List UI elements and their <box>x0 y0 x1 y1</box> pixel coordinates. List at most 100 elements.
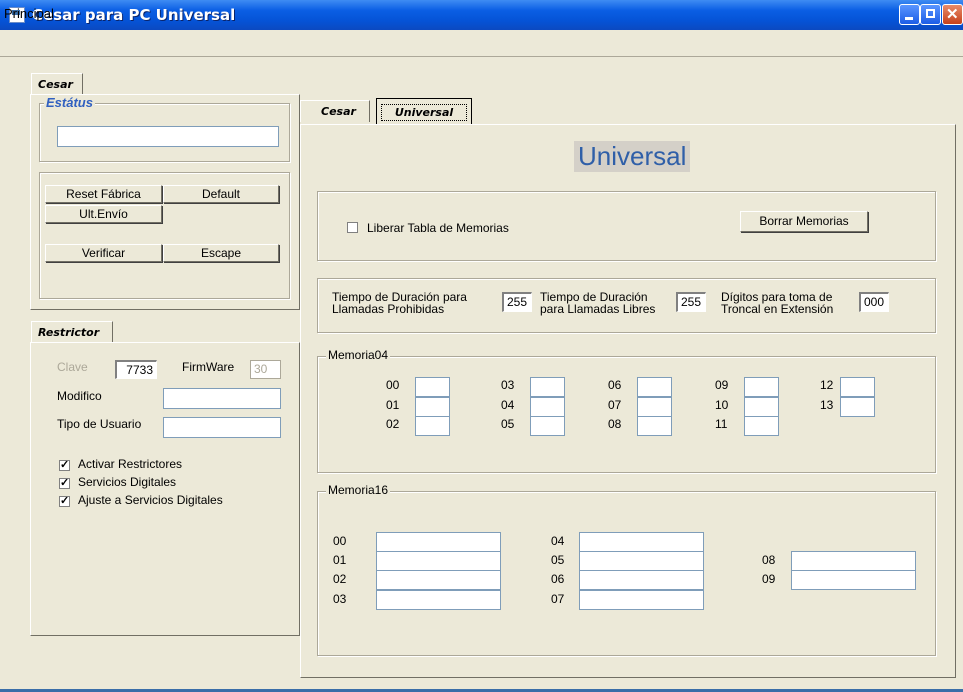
mem04-field[interactable] <box>415 397 450 417</box>
mem04-field[interactable] <box>744 377 779 397</box>
servicios-digitales-checkbox[interactable]: ✓ <box>59 478 70 489</box>
mem04-label: 06 <box>608 378 622 392</box>
mem04-label: 09 <box>715 378 729 392</box>
mem04-label: 13 <box>820 398 834 412</box>
servicios-digitales-label: Servicios Digitales <box>78 475 177 489</box>
mem04-field[interactable] <box>530 377 565 397</box>
universal-title: Universal <box>574 141 691 172</box>
tiempo-libres-label: Tiempo de Duración para Llamadas Libres <box>540 291 655 315</box>
mem04-label: 10 <box>715 398 729 412</box>
liberar-checkbox[interactable] <box>347 222 358 233</box>
mem04-label: 03 <box>501 378 515 392</box>
mem04-field[interactable] <box>530 397 565 417</box>
mem16-label: 02 <box>333 572 347 586</box>
tipo-usuario-field[interactable] <box>163 417 281 438</box>
tab-universal[interactable]: Universal <box>376 98 472 124</box>
ajuste-servicios-label: Ajuste a Servicios Digitales <box>78 493 223 507</box>
mem04-field[interactable] <box>637 416 672 436</box>
mem16-label: 06 <box>551 572 565 586</box>
window-title: Cesar para PC Universal <box>32 6 236 24</box>
tipo-usuario-label: Tipo de Usuario <box>57 417 142 431</box>
mem04-label: 04 <box>501 398 515 412</box>
mem16-field[interactable] <box>579 532 704 552</box>
mem16-field[interactable] <box>376 551 501 571</box>
ajuste-servicios-checkbox[interactable]: ✓ <box>59 496 70 507</box>
tiempo-libres-field[interactable]: 255 <box>676 292 706 312</box>
tab-universal-label: Universal <box>381 104 467 121</box>
menu-divider <box>0 56 963 57</box>
digitos-line2: Troncal en Extensión <box>721 302 834 316</box>
mem04-field[interactable] <box>840 397 875 417</box>
mem04-label: 11 <box>715 417 728 431</box>
mem04-field[interactable] <box>840 377 875 397</box>
mem16-label: 00 <box>333 534 347 548</box>
firmware-field: 30 <box>250 360 281 379</box>
status-field[interactable] <box>57 126 279 147</box>
mem16-label: 04 <box>551 534 565 548</box>
minimize-button[interactable] <box>899 4 920 25</box>
mem04-field[interactable] <box>530 416 565 436</box>
mem16-label: 09 <box>762 572 776 586</box>
mem04-label: 05 <box>501 417 515 431</box>
mem16-field[interactable] <box>376 532 501 552</box>
tiempo-libres-line2: para Llamadas Libres <box>540 302 656 316</box>
mem16-label: 07 <box>551 592 565 606</box>
memoria16-legend: Memoria16 <box>326 483 391 497</box>
digitos-label: Dígitos para toma de Troncal en Extensión <box>721 291 833 315</box>
clave-label: Clave <box>57 360 88 374</box>
mem04-label: 00 <box>386 378 400 392</box>
mem04-field[interactable] <box>415 377 450 397</box>
tiempo-prohibidas-field[interactable]: 255 <box>502 292 532 312</box>
tab-restrictor[interactable]: Restrictor <box>31 321 113 343</box>
memoria04-legend: Memoria04 <box>326 348 391 362</box>
mem16-label: 08 <box>762 553 776 567</box>
activar-restrictores-label: Activar Restrictores <box>78 457 183 471</box>
liberar-label: Liberar Tabla de Memorias <box>367 221 509 235</box>
modifico-label: Modifico <box>57 389 102 403</box>
menu-principal[interactable]: Principal <box>4 6 54 21</box>
ult-envio-button[interactable]: Ult.Envío <box>45 205 162 223</box>
clave-field[interactable]: 7733 <box>115 360 157 379</box>
close-icon: ✕ <box>946 6 959 23</box>
menu-bar <box>0 30 963 57</box>
mem16-label: 03 <box>333 592 347 606</box>
mem16-field[interactable] <box>791 551 916 571</box>
restore-button[interactable] <box>920 4 941 25</box>
mem04-field[interactable] <box>637 377 672 397</box>
verificar-button[interactable]: Verificar <box>45 244 162 262</box>
close-button[interactable]: ✕ <box>942 4 963 25</box>
firmware-label: FirmWare <box>182 360 235 374</box>
mem16-label: 01 <box>333 553 347 567</box>
minimize-icon <box>905 17 913 20</box>
mem16-field[interactable] <box>791 570 916 590</box>
mem16-field[interactable] <box>579 551 704 571</box>
mem04-label: 01 <box>386 398 400 412</box>
restore-icon <box>926 9 935 18</box>
mem16-field[interactable] <box>579 570 704 590</box>
tiempo-prohibidas-line2: Llamadas Prohibidas <box>332 302 445 316</box>
tiempo-prohibidas-label: Tiempo de Duración para Llamadas Prohibid… <box>332 291 467 315</box>
mem04-field[interactable] <box>637 397 672 417</box>
mem16-field[interactable] <box>376 570 501 590</box>
escape-button[interactable]: Escape <box>163 244 279 262</box>
mem16-field[interactable] <box>376 590 501 610</box>
mem16-label: 05 <box>551 553 565 567</box>
reset-factory-button[interactable]: Reset Fábrica <box>45 185 162 203</box>
mem04-label: 12 <box>820 378 834 392</box>
mem04-label: 08 <box>608 417 622 431</box>
restrictor-panel <box>30 342 300 636</box>
status-legend: Estátus <box>44 95 95 110</box>
mem04-field[interactable] <box>744 416 779 436</box>
tab-cesar-right[interactable]: Cesar <box>300 100 370 122</box>
mem04-field[interactable] <box>744 397 779 417</box>
modifico-field[interactable] <box>163 388 281 409</box>
default-button[interactable]: Default <box>163 185 279 203</box>
mem04-label: 07 <box>608 398 622 412</box>
mem16-field[interactable] <box>579 590 704 610</box>
activar-restrictores-checkbox[interactable]: ✓ <box>59 460 70 471</box>
mem04-field[interactable] <box>415 416 450 436</box>
digitos-field[interactable]: 000 <box>859 292 889 312</box>
borrar-memorias-button[interactable]: Borrar Memorias <box>740 211 868 232</box>
tab-cesar-left[interactable]: Cesar <box>31 73 83 95</box>
mem04-label: 02 <box>386 417 400 431</box>
